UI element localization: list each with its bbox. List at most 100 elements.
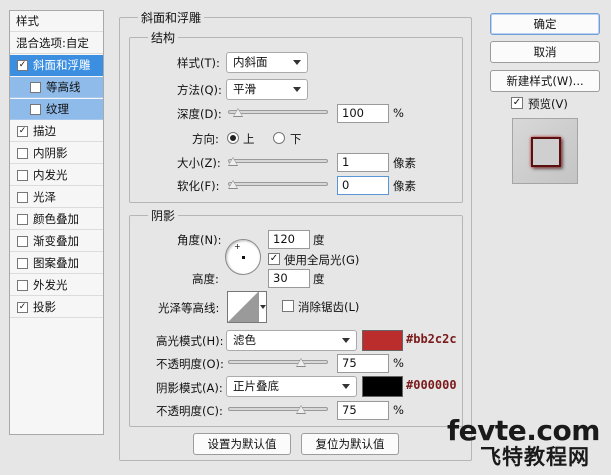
style-list-header: 样式 <box>10 11 103 32</box>
checkbox-icon[interactable] <box>17 235 28 247</box>
highlight-mode-label: 高光模式(H): <box>156 334 224 348</box>
reset-default-button[interactable]: 复位为默认值 <box>301 433 399 455</box>
size-unit: 像素 <box>393 156 416 170</box>
direction-down-radio[interactable] <box>273 132 285 144</box>
chevron-down-icon <box>293 87 301 92</box>
size-label: 大小(Z): <box>177 156 221 170</box>
depth-label: 深度(D): <box>177 107 222 121</box>
style-list-item[interactable]: 图案叠加 <box>10 253 103 274</box>
depth-slider[interactable] <box>228 104 328 120</box>
global-light-checkbox[interactable]: ✓ <box>268 253 280 265</box>
style-list-panel: 样式 混合选项:自定 ✓ 斜面和浮雕等高线纹理 ✓ 描边内阴影内发光 光泽颜色叠加渐变叠加… <box>9 10 104 435</box>
style-list-item[interactable]: 等高线 <box>10 77 103 98</box>
checkbox-icon[interactable] <box>30 103 41 115</box>
highlight-opacity-slider[interactable] <box>228 354 328 370</box>
angle-dial[interactable]: + <box>225 239 261 275</box>
highlight-opacity-label: 不透明度(O): <box>156 357 224 371</box>
soften-slider[interactable] <box>228 176 328 192</box>
style-list-item-label: 图案叠加 <box>33 256 79 270</box>
make-default-button[interactable]: 设置为默认值 <box>193 433 291 455</box>
bevel-emboss-title: 斜面和浮雕 <box>138 9 205 26</box>
checkbox-icon[interactable] <box>17 147 28 159</box>
style-list-item[interactable]: 内发光 <box>10 165 103 186</box>
shading-title: 阴影 <box>148 207 179 224</box>
style-list-item[interactable]: 渐变叠加 <box>10 231 103 252</box>
altitude-unit: 度 <box>313 272 325 286</box>
style-list-item[interactable]: 颜色叠加 <box>10 209 103 230</box>
checkbox-icon[interactable] <box>17 191 28 203</box>
shadow-color-swatch[interactable] <box>362 376 403 397</box>
contour-divider <box>258 292 259 322</box>
checkbox-icon[interactable] <box>17 169 28 181</box>
style-list-item-label: 等高线 <box>46 80 81 94</box>
checkbox-checked-icon[interactable]: ✓ <box>17 125 28 137</box>
preview-swatch <box>531 137 561 167</box>
bevel-style-select[interactable]: 内斜面 <box>226 52 308 73</box>
anti-aliased-checkbox[interactable] <box>282 300 294 312</box>
highlight-color-hex: #bb2c2c <box>406 332 457 346</box>
soften-slider-thumb[interactable] <box>228 180 238 189</box>
style-list-item-label: 内阴影 <box>33 146 68 160</box>
preview-checkbox[interactable]: ✓ <box>511 97 523 109</box>
cancel-button[interactable]: 取消 <box>490 41 600 63</box>
style-list-item[interactable]: ✓ 投影 <box>10 297 103 318</box>
style-list-item[interactable]: 纹理 <box>10 99 103 120</box>
checkbox-icon[interactable] <box>17 279 28 291</box>
highlight-color-swatch[interactable] <box>362 330 403 351</box>
direction-up-radio[interactable] <box>227 132 239 144</box>
angle-unit: 度 <box>313 233 325 247</box>
shadow-opacity-input[interactable]: 75 <box>337 401 389 420</box>
style-list-item-label: 颜色叠加 <box>33 212 79 226</box>
depth-unit: % <box>393 106 404 120</box>
soften-input[interactable]: 0 <box>337 176 389 195</box>
size-slider[interactable] <box>228 153 328 169</box>
shadow-mode-select[interactable]: 正片叠底 <box>226 376 357 397</box>
highlight-opacity-input[interactable]: 75 <box>337 354 389 373</box>
style-list-item-label: 纹理 <box>46 102 69 116</box>
altitude-input[interactable]: 30 <box>268 269 310 288</box>
checkbox-icon[interactable] <box>17 257 28 269</box>
angle-input[interactable]: 120 <box>268 230 310 249</box>
angle-dial-center <box>242 256 245 259</box>
anti-aliased-label: 消除锯齿(L) <box>298 300 360 314</box>
new-style-button[interactable]: 新建样式(W)... <box>490 70 600 92</box>
technique-select[interactable]: 平滑 <box>226 79 308 100</box>
chevron-down-icon <box>260 305 266 309</box>
highlight-mode-select[interactable]: 滤色 <box>226 330 357 351</box>
depth-input[interactable]: 100 <box>337 104 389 123</box>
style-list-item[interactable]: 光泽 <box>10 187 103 208</box>
checkbox-icon[interactable] <box>17 213 28 225</box>
gloss-contour-label: 光泽等高线: <box>158 301 220 315</box>
shadow-opacity-thumb[interactable] <box>295 405 306 414</box>
soften-slider-track <box>228 182 328 186</box>
technique-label: 方法(Q): <box>177 83 222 97</box>
shadow-opacity-track <box>228 407 328 411</box>
style-list-item-label: 投影 <box>33 300 56 314</box>
gloss-contour-picker[interactable] <box>227 291 267 323</box>
shadow-opacity-slider[interactable] <box>228 401 328 417</box>
style-list-item[interactable]: ✓ 斜面和浮雕 <box>10 55 103 76</box>
shadow-mode-label: 阴影模式(A): <box>156 381 223 395</box>
style-list-item-label: 外发光 <box>33 278 68 292</box>
highlight-opacity-track <box>228 360 328 364</box>
chevron-down-icon <box>342 384 350 389</box>
direction-up-label: 上 <box>243 132 255 146</box>
contour-curve-icon <box>228 292 258 322</box>
highlight-opacity-thumb[interactable] <box>295 358 306 367</box>
size-input[interactable]: 1 <box>337 153 389 172</box>
style-list-item[interactable]: 外发光 <box>10 275 103 296</box>
checkbox-icon[interactable] <box>30 81 41 93</box>
style-list-item[interactable]: 内阴影 <box>10 143 103 164</box>
style-list-item[interactable]: ✓ 描边 <box>10 121 103 142</box>
size-slider-track <box>228 159 328 163</box>
style-list-item[interactable]: 混合选项:自定 <box>10 33 103 54</box>
technique-value: 平滑 <box>233 82 256 96</box>
checkbox-checked-icon[interactable]: ✓ <box>17 301 28 313</box>
depth-slider-thumb[interactable] <box>232 108 243 117</box>
ok-button[interactable]: 确定 <box>490 13 600 35</box>
style-list-item-label: 渐变叠加 <box>33 234 79 248</box>
crosshair-icon: + <box>234 242 241 251</box>
chevron-down-icon <box>293 60 301 65</box>
checkbox-checked-icon[interactable]: ✓ <box>17 59 28 71</box>
size-slider-thumb[interactable] <box>228 157 238 166</box>
